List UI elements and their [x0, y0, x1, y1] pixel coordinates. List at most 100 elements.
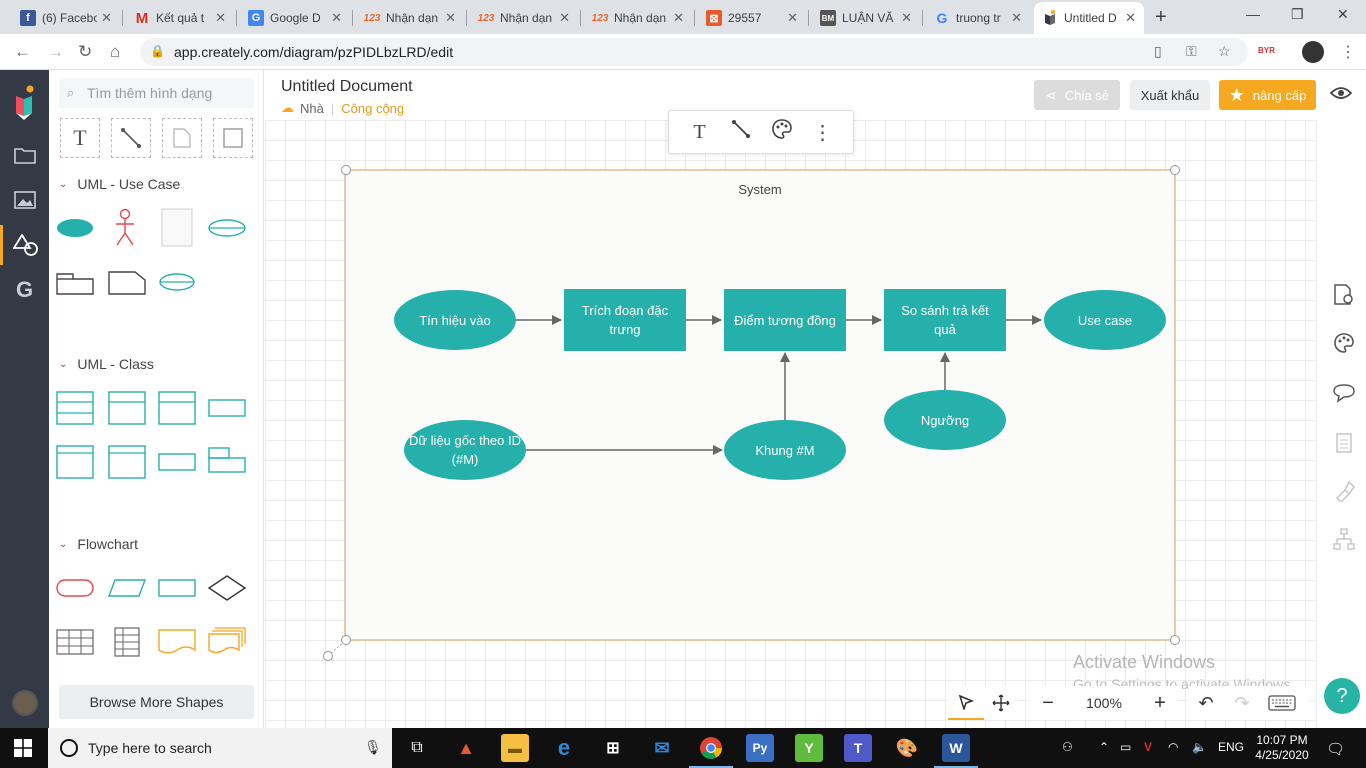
google-drive-icon[interactable]: G [0, 270, 49, 310]
interface-shape[interactable] [107, 390, 147, 426]
selection-handle[interactable] [1170, 635, 1180, 645]
line-tool[interactable] [111, 118, 151, 158]
user-avatar[interactable] [12, 690, 38, 716]
url-text[interactable]: app.creately.com/diagram/pzPIDLbzLRD/edi… [174, 44, 453, 60]
language-indicator[interactable]: ENG [1218, 740, 1244, 754]
actor-shape[interactable] [113, 208, 137, 248]
extension-icon[interactable]: BYR [1258, 46, 1275, 55]
image-icon[interactable] [0, 180, 49, 220]
python-icon[interactable]: Py [746, 734, 774, 762]
section-flowchart[interactable]: ⌄ Flowchart [59, 536, 138, 552]
store-icon[interactable]: ⊞ [599, 734, 627, 762]
system-boundary-shape[interactable] [161, 208, 193, 248]
multi-document-shape[interactable] [207, 626, 247, 658]
terminator-shape[interactable] [55, 578, 95, 598]
file-explorer-icon[interactable]: ▬ [501, 734, 529, 762]
folder-icon[interactable] [0, 135, 49, 175]
abstract-class-shape[interactable] [157, 390, 197, 426]
shape-search-input[interactable] [87, 82, 247, 104]
shapes-icon[interactable] [0, 225, 49, 265]
use-case-ellipse-shape[interactable] [55, 216, 95, 240]
url-field[interactable]: 🔒 app.creately.com/diagram/pzPIDLbzLRD/e… [140, 38, 1248, 66]
object-shape[interactable] [157, 452, 197, 472]
export-button[interactable]: Xuất khẩu [1130, 80, 1210, 110]
key-icon[interactable]: ⚿ [1186, 43, 1197, 60]
browser-tab[interactable]: 123 Nhận dạn ✕ [470, 4, 578, 32]
browser-tab[interactable]: BM LUẬN VĂ ✕ [812, 4, 920, 32]
page-icon[interactable]: ▯ [1154, 43, 1162, 60]
connector-icon[interactable] [726, 119, 756, 145]
document-title[interactable]: Untitled Document [281, 78, 413, 96]
taskbar-search[interactable]: Type here to search 🎙 [48, 728, 392, 768]
browser-tab[interactable]: f (6) Facebook ✕ [12, 4, 120, 32]
comment-icon[interactable] [1331, 380, 1357, 406]
word-icon[interactable]: W [934, 734, 978, 768]
keyboard-shortcuts-icon[interactable] [1260, 686, 1304, 720]
class-shape[interactable] [55, 390, 95, 426]
simple-class-shape[interactable] [207, 398, 247, 418]
reload-icon[interactable]: ↻ [78, 42, 92, 62]
chrome-icon[interactable] [689, 734, 733, 768]
minimize-icon[interactable]: — [1246, 6, 1260, 22]
creately-logo[interactable] [12, 84, 36, 120]
notes-icon[interactable] [1331, 430, 1357, 456]
node-frame[interactable]: Khung #M [724, 420, 846, 480]
zoom-out-button[interactable]: − [1030, 686, 1066, 720]
browser-tab[interactable]: G truong tr ✕ [926, 4, 1030, 32]
note-shape[interactable] [107, 270, 147, 296]
taskbar-clock[interactable]: 10:07 PM 4/25/2020 [1252, 733, 1312, 763]
undo-icon[interactable]: ↶ [1188, 686, 1224, 720]
use-case-outline-shape[interactable] [207, 218, 247, 238]
enumeration-shape[interactable] [55, 444, 95, 480]
rectangle-tool[interactable] [213, 118, 253, 158]
select-pointer-icon[interactable] [948, 686, 984, 720]
browser-menu-icon[interactable]: ⋮ [1340, 42, 1356, 62]
close-icon[interactable]: ✕ [1125, 10, 1136, 26]
close-icon[interactable]: ✕ [101, 10, 112, 26]
matlab-icon[interactable]: ▲ [452, 734, 480, 762]
selection-handle[interactable] [341, 635, 351, 645]
pan-move-icon[interactable] [984, 686, 1018, 720]
close-icon[interactable]: ✕ [215, 10, 226, 26]
wifi-icon[interactable]: ◠ [1168, 740, 1178, 754]
close-icon[interactable]: ✕ [901, 10, 912, 26]
document-shape[interactable] [157, 628, 197, 656]
mail-icon[interactable]: ✉ [648, 734, 676, 762]
browser-tab[interactable]: M Kết quả t ✕ [126, 4, 234, 32]
zoom-in-button[interactable]: + [1142, 686, 1178, 720]
node-feature-extraction[interactable]: Trích đoạn đặc trưng [564, 289, 686, 351]
browser-tab[interactable]: 123 Nhận dạn ✕ [356, 4, 464, 32]
table-shape[interactable] [55, 628, 95, 656]
close-icon[interactable]: ✕ [445, 10, 456, 26]
edge-icon[interactable]: e [550, 734, 578, 762]
upgrade-button[interactable]: ★ nâng cấp [1219, 80, 1316, 110]
browser-tab[interactable]: ⊠ 29557 ✕ [698, 4, 806, 32]
new-tab-icon[interactable]: + [1155, 6, 1167, 29]
close-icon[interactable]: ✕ [787, 10, 798, 26]
task-view-icon[interactable]: ⧉ [403, 734, 431, 762]
battery-icon[interactable]: ▭ [1120, 740, 1131, 754]
package-shape[interactable] [55, 270, 95, 296]
close-icon[interactable]: ✕ [1011, 10, 1022, 26]
preview-eye-icon[interactable] [1330, 86, 1352, 100]
visibility-link[interactable]: Công cộng [341, 101, 404, 116]
redo-icon[interactable]: ↷ [1224, 686, 1260, 720]
profile-avatar[interactable] [1302, 41, 1324, 63]
datatype-shape[interactable] [107, 444, 147, 480]
style-palette-icon[interactable] [1331, 330, 1357, 356]
bookmark-star-icon[interactable]: ☆ [1218, 43, 1231, 60]
share-button[interactable]: ⋖ Chia sẻ [1034, 80, 1120, 110]
component-shape[interactable] [207, 446, 247, 476]
section-uml-use-case[interactable]: ⌄ UML - Use Case [59, 176, 180, 192]
unikey-icon[interactable]: V [1144, 740, 1152, 754]
decision-shape[interactable] [207, 574, 247, 602]
browser-tab[interactable]: G Google D ✕ [240, 4, 350, 32]
tray-chevron-icon[interactable]: ⌃ [1099, 740, 1109, 754]
back-icon[interactable]: ← [14, 42, 31, 62]
node-similarity-score[interactable]: Điểm tương đồng [724, 289, 846, 351]
extension-point-shape[interactable] [157, 272, 197, 292]
hierarchy-icon[interactable] [1331, 526, 1357, 552]
palette-icon[interactable] [767, 118, 797, 146]
notifications-icon[interactable]: 🗨 [1326, 740, 1345, 758]
page-settings-icon[interactable] [1331, 282, 1357, 308]
